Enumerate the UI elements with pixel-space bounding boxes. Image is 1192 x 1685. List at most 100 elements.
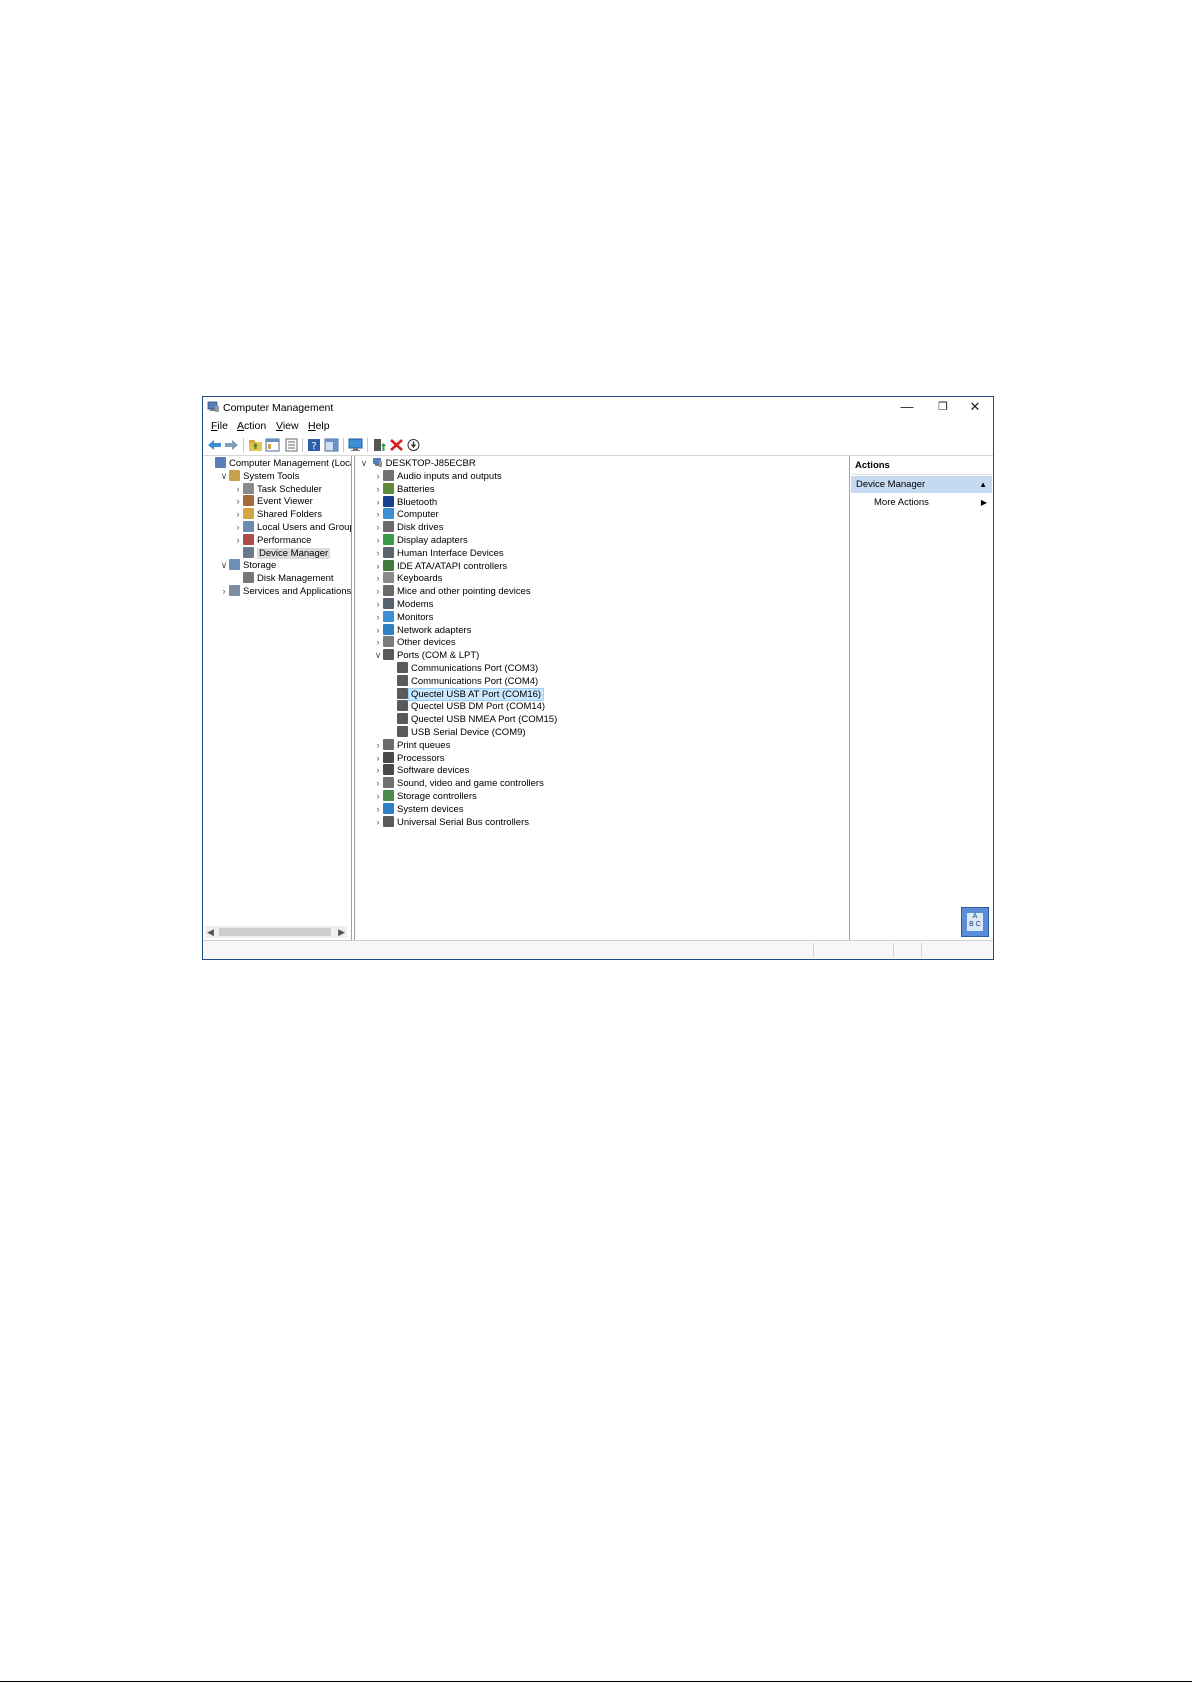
storage-controllers-icon (383, 790, 394, 801)
chevron-right-icon[interactable]: › (373, 803, 383, 816)
console-tree-item-local-users-and-groups[interactable]: › Local Users and Groups (233, 521, 351, 534)
device-tree-item-ports-com-lpt[interactable]: ∨ Ports (COM & LPT) (373, 649, 479, 662)
console-tree-item-device-manager[interactable]: Device Manager (233, 546, 331, 560)
chevron-right-icon[interactable]: › (373, 636, 383, 649)
scrollbar-thumb[interactable] (219, 928, 331, 936)
device-tree-item-communications-port-com3[interactable]: Communications Port (COM3) (387, 662, 538, 675)
device-tree-item-computer[interactable]: › Computer (373, 508, 439, 521)
chevron-right-icon[interactable]: › (373, 560, 383, 573)
device-tree-item-monitors[interactable]: › Monitors (373, 610, 433, 624)
actions-section-device-manager[interactable]: Device Manager ▲ (851, 476, 992, 493)
menu-file[interactable]: File (211, 420, 228, 432)
device-tree-item-label: IDE ATA/ATAPI controllers (397, 560, 508, 572)
device-tree-item-storage-controllers[interactable]: › Storage controllers (373, 790, 477, 803)
device-tree-item-quectel-usb-dm-port-com14[interactable]: Quectel USB DM Port (COM14) (387, 700, 545, 713)
console-tree-item-system-tools[interactable]: ∨ System Tools (219, 469, 299, 483)
menu-help[interactable]: Help (308, 420, 330, 432)
device-tree-item-batteries[interactable]: › Batteries (373, 482, 435, 496)
console-tree-item-event-viewer[interactable]: › Event Viewer (233, 495, 313, 508)
device-tree-item-usb-serial-device-com9[interactable]: USB Serial Device (COM9) (387, 726, 526, 739)
collapse-caret-icon[interactable]: ▲ (979, 476, 987, 493)
device-tree-item-quectel-usb-nmea-port-com15[interactable]: Quectel USB NMEA Port (COM15) (387, 713, 557, 726)
device-tree-item-processors[interactable]: › Processors (373, 751, 445, 765)
chevron-down-icon[interactable]: ∨ (373, 649, 383, 662)
device-tree-item-label: Bluetooth (397, 496, 438, 508)
update-driver-icon[interactable] (372, 438, 387, 452)
chevron-right-icon[interactable]: › (373, 521, 383, 534)
device-tree-item-keyboards[interactable]: › Keyboards (373, 572, 442, 585)
chevron-right-icon[interactable]: › (373, 470, 383, 483)
close-button[interactable]: ✕ (957, 398, 993, 416)
scan-hardware-icon[interactable] (348, 438, 363, 452)
up-folder-icon[interactable] (248, 438, 263, 452)
scroll-left-icon[interactable]: ◀ (207, 926, 214, 938)
chevron-right-icon[interactable]: › (233, 483, 243, 496)
menu-view[interactable]: View (276, 420, 299, 432)
chevron-right-icon[interactable]: › (233, 508, 243, 521)
action-pane-icon[interactable] (324, 438, 339, 452)
chevron-right-icon[interactable]: › (373, 816, 383, 829)
console-tree-item-disk-management[interactable]: Disk Management (233, 572, 334, 585)
device-tree-item-display-adapters[interactable]: › Display adapters (373, 534, 468, 547)
abc-taskbar-icon[interactable]: AB C (961, 907, 989, 937)
console-tree-item-computer-management-local[interactable]: Computer Management (Local (205, 457, 351, 470)
console-tree-icon[interactable] (265, 438, 280, 452)
chevron-right-icon[interactable]: › (233, 534, 243, 547)
device-tree-item-mice-and-other-pointing-devices[interactable]: › Mice and other pointing devices (373, 585, 531, 598)
console-tree-item-storage[interactable]: ∨ Storage (219, 559, 276, 572)
device-tree-item-quectel-usb-at-port-com16[interactable]: Quectel USB AT Port (COM16) (387, 687, 545, 701)
chevron-right-icon[interactable]: › (219, 585, 229, 598)
chevron-right-icon[interactable]: › (373, 585, 383, 598)
forward-arrow-icon[interactable] (224, 438, 239, 452)
device-tree-item-software-devices[interactable]: › Software devices (373, 764, 469, 777)
back-arrow-icon[interactable] (207, 438, 222, 452)
console-tree-item-services-and-applications[interactable]: › Services and Applications (219, 585, 351, 598)
help-icon[interactable]: ? (307, 438, 322, 452)
device-tree-item-ide-ata-atapi-controllers[interactable]: › IDE ATA/ATAPI controllers (373, 559, 508, 573)
chevron-right-icon[interactable]: › (373, 598, 383, 611)
console-tree-item-performance[interactable]: › Performance (233, 533, 311, 547)
scroll-right-icon[interactable]: ▶ (338, 926, 345, 938)
device-tree-item-other-devices[interactable]: › Other devices (373, 636, 456, 649)
chevron-right-icon[interactable]: › (373, 508, 383, 521)
device-tree-item-communications-port-com4[interactable]: Communications Port (COM4) (387, 674, 538, 688)
chevron-right-icon[interactable]: › (373, 777, 383, 790)
chevron-down-icon[interactable]: ∨ (219, 470, 229, 483)
chevron-right-icon[interactable]: › (373, 624, 383, 637)
chevron-right-icon[interactable]: › (373, 483, 383, 496)
chevron-right-icon[interactable]: › (373, 572, 383, 585)
chevron-right-icon[interactable]: › (233, 521, 243, 534)
console-tree-item-shared-folders[interactable]: › Shared Folders (233, 508, 322, 521)
device-tree-item-modems[interactable]: › Modems (373, 598, 433, 611)
chevron-right-icon[interactable]: › (373, 790, 383, 803)
device-tree-item-system-devices[interactable]: › System devices (373, 802, 464, 816)
console-tree-item-task-scheduler[interactable]: › Task Scheduler (233, 482, 322, 496)
restore-button[interactable]: ❐ (925, 398, 961, 416)
device-tree-item-print-queues[interactable]: › Print queues (373, 738, 450, 752)
chevron-right-icon[interactable]: › (373, 534, 383, 547)
uninstall-device-icon[interactable] (389, 438, 404, 452)
device-tree-root[interactable]: ∨ DESKTOP-J85ECBR (359, 457, 476, 470)
device-tree-item-sound-video-and-game-controllers[interactable]: › Sound, video and game controllers (373, 777, 544, 790)
enable-device-icon[interactable] (406, 438, 421, 452)
device-tree-item-human-interface-devices[interactable]: › Human Interface Devices (373, 546, 504, 560)
chevron-right-icon[interactable]: › (373, 764, 383, 777)
horizontal-scrollbar[interactable]: ◀ ▶ (205, 926, 347, 938)
minimize-button[interactable]: — (889, 398, 925, 416)
device-tree-item-universal-serial-bus-controllers[interactable]: › Universal Serial Bus controllers (373, 815, 529, 829)
chevron-right-icon[interactable]: › (373, 752, 383, 765)
device-tree-item-disk-drives[interactable]: › Disk drives (373, 521, 443, 534)
device-tree-item-audio-inputs-and-outputs[interactable]: › Audio inputs and outputs (373, 470, 502, 483)
device-tree-item-bluetooth[interactable]: › Bluetooth (373, 495, 438, 509)
properties-icon[interactable] (284, 438, 299, 452)
chevron-down-icon[interactable]: ∨ (219, 559, 229, 572)
chevron-right-icon[interactable]: › (233, 495, 243, 508)
chevron-right-icon[interactable]: › (373, 739, 383, 752)
chevron-down-icon[interactable]: ∨ (359, 457, 369, 470)
chevron-right-icon[interactable]: › (373, 611, 383, 624)
chevron-right-icon[interactable]: › (373, 547, 383, 560)
more-actions-item[interactable]: More Actions ▶ (874, 495, 989, 511)
menu-action[interactable]: Action (237, 420, 266, 432)
chevron-right-icon[interactable]: › (373, 496, 383, 509)
device-tree-item-network-adapters[interactable]: › Network adapters (373, 623, 471, 637)
